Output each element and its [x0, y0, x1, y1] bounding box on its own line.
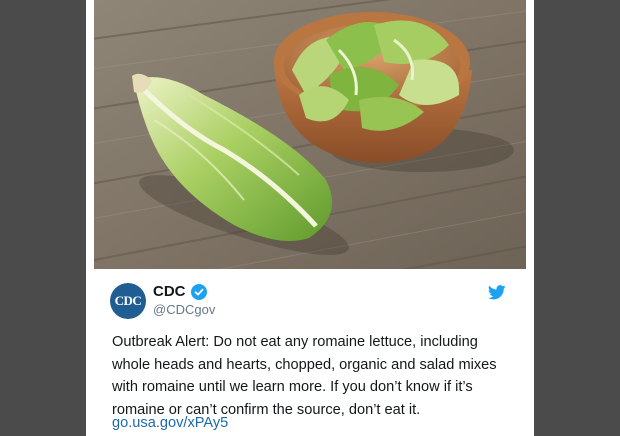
- twitter-bird-icon[interactable]: [487, 285, 506, 300]
- cdc-avatar[interactable]: CDC: [110, 283, 146, 319]
- author-handle[interactable]: @CDCgov: [153, 302, 215, 317]
- tweet-short-link[interactable]: go.usa.gov/xPAy5: [112, 412, 228, 434]
- author-name-row[interactable]: CDC: [153, 283, 207, 300]
- avatar-logo-text: CDC: [114, 293, 142, 308]
- tweet-media-image[interactable]: [94, 0, 526, 269]
- romaine-lettuce-photo: [94, 0, 526, 269]
- embedded-tweet-card[interactable]: CDC CDC @CDCgov Outbreak Alert: Do not e…: [86, 0, 534, 436]
- tweet-body-text: Outbreak Alert: Do not eat any romaine l…: [112, 334, 497, 418]
- verified-badge-icon: [190, 283, 207, 300]
- author-display-name[interactable]: CDC: [153, 283, 186, 300]
- screenshot-stage: CDC CDC @CDCgov Outbreak Alert: Do not e…: [0, 0, 620, 436]
